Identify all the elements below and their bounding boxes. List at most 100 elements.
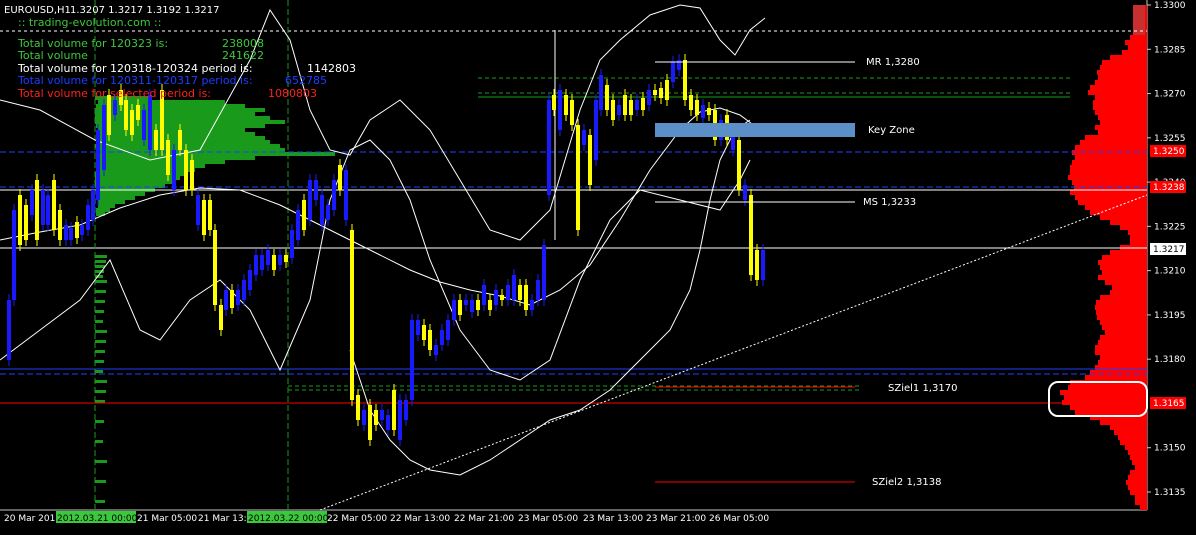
candle-body [362,410,366,425]
red-profile-bar [1072,160,1147,165]
red-profile-bar [1128,450,1147,455]
candle-body [464,300,468,305]
red-profile-bar [1100,420,1147,425]
candle-body [107,95,111,135]
green-profile-bar [98,200,125,204]
candle-body [166,140,170,175]
red-profile-bar [1095,110,1147,115]
red-profile-bar [1093,105,1147,110]
candle-body [647,90,651,105]
candle-body [761,250,765,280]
x-tick-label: 23 Mar 13:00 [583,514,643,524]
red-profile-bar [1120,440,1147,445]
candle-body [86,205,90,230]
candle-body [605,85,609,110]
green-profile-tail [95,300,105,303]
candle-body [290,230,294,258]
candle-body [124,100,128,130]
y-tick-label: 1.3135 [1154,488,1186,498]
candle-body [219,305,223,330]
candle-body [248,270,252,290]
red-profile-bar [1130,470,1147,475]
red-profile-bar [1090,210,1147,215]
candle-body [80,225,84,235]
green-profile-tail [95,340,106,343]
candle-body [470,300,474,312]
candle-body [488,300,492,310]
red-profile-bar [1135,465,1147,470]
red-profile-bar [1070,165,1147,170]
key-zone-label: Key Zone [868,125,915,136]
red-profile-bar [1068,175,1147,180]
candle-body [665,80,669,100]
candle-body [701,105,705,118]
chart-window[interactable]: Key Zone MR 1,3280 MS 1,3233 SZiel1 1,31… [0,0,1196,531]
red-profile-bar [1098,340,1147,345]
red-profile-bar [1095,350,1147,355]
red-profile-bar [1102,60,1147,65]
price-chart[interactable]: Key Zone MR 1,3280 MS 1,3233 SZiel1 1,31… [0,0,1196,531]
red-profile-bar [1135,495,1147,500]
x-tick-label: 23 Mar 05:00 [518,514,578,524]
red-profile-bar [1068,385,1147,390]
candle-body [224,290,228,310]
red-profile-bar [1098,275,1147,280]
red-profile-bar [1128,475,1147,480]
candle-body [344,170,348,220]
red-profile-bar [1100,335,1147,340]
green-profile-tail [95,420,104,423]
y-tick-label: 1.3270 [1154,90,1186,100]
candle-body [512,275,516,300]
red-profile-bar [1140,505,1147,510]
candle-body [91,190,95,220]
green-profile-bar [96,104,245,108]
candle-body [653,90,657,95]
candle-body [458,300,462,315]
red-profile-bar [1098,260,1147,265]
candle-body [536,280,540,300]
candle-body [208,200,212,230]
badge-lower-red-text: 1.3238 [1153,183,1185,193]
candle-body [35,180,39,240]
green-profile-bar [95,176,180,180]
candle-body [506,285,510,300]
candle-body [12,210,16,300]
volume-line-value: 652785 [285,74,327,87]
green-profile-tail [95,500,105,503]
key-zone-box[interactable] [655,123,855,137]
y-tick-label: 1.3225 [1154,222,1186,232]
candle-body [542,245,546,300]
candle-body [482,285,486,305]
red-profile-bar [1110,290,1147,295]
x-tick-label: 21 Mar 05:00 [137,514,197,524]
candle-body [58,210,62,240]
green-profile-bar [98,204,115,208]
candle-body [576,125,580,230]
candle-body [446,320,450,340]
green-profile-tail [95,350,105,353]
candle-body [374,410,378,425]
green-profile-tail [95,280,107,283]
volume-line-value: 241622 [222,49,264,62]
x-tick-label: 22 Mar 13:00 [390,514,450,524]
candle-body [428,330,432,350]
y-tick-label: 1.3150 [1154,444,1186,454]
candle-body [102,105,106,170]
x-tick-label: 26 Mar 05:00 [709,514,769,524]
red-profile-bar [1075,410,1147,415]
candle-body [671,62,675,82]
red-profile-bar [1130,490,1147,495]
green-profile-bar [96,196,135,200]
red-profile-bar [1100,265,1147,270]
red-profile-bar [1100,215,1147,220]
red-profile-bar [1095,305,1147,310]
candle-body [338,165,342,190]
ms-label: MS 1,3233 [863,197,916,208]
candle-body [184,150,188,190]
candle-body [148,95,152,150]
green-profile-bar [96,140,270,144]
candle-body [308,180,312,220]
candle-body [695,100,699,115]
green-profile-bar [98,128,245,132]
candle-body [683,60,687,100]
